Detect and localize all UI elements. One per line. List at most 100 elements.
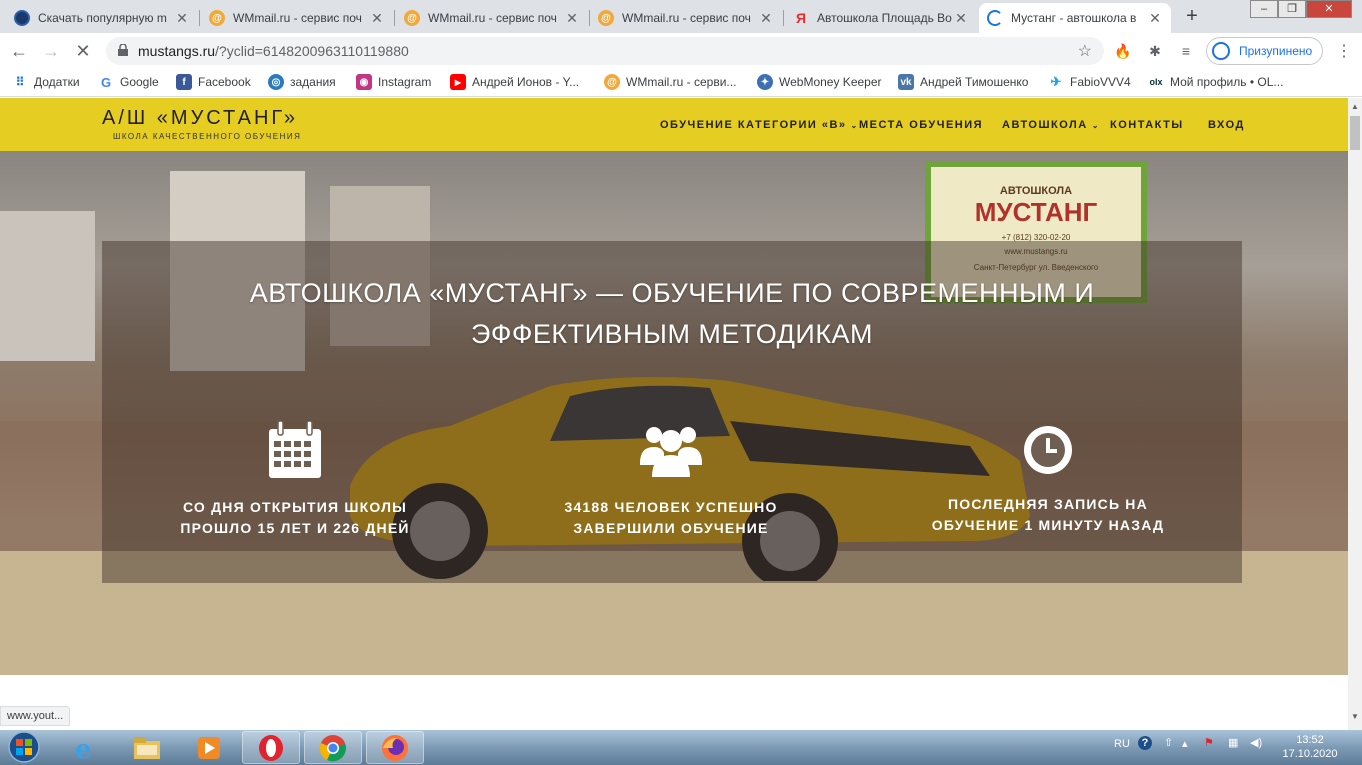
lock-icon: [118, 44, 128, 56]
bookmark-item[interactable]: @ WMmail.ru - серви...: [604, 74, 736, 90]
close-icon[interactable]: ✕: [758, 10, 774, 27]
bookmark-label: WMmail.ru - серви...: [626, 75, 737, 89]
globe-icon: [14, 10, 30, 26]
extension-fire-icon[interactable]: 🔥: [1113, 41, 1133, 61]
extensions-puzzle-icon[interactable]: ✱: [1145, 41, 1165, 61]
forward-icon[interactable]: →: [38, 38, 64, 64]
wmmail-icon: @: [604, 74, 620, 90]
instagram-icon: ◉: [356, 74, 372, 90]
tab-divider: [394, 10, 395, 26]
windows-start-icon[interactable]: [4, 730, 44, 765]
bookmark-item[interactable]: ◎ задания: [268, 74, 336, 90]
url-host: mustangs.ru: [138, 43, 216, 59]
browser-tab[interactable]: Я Автошкола Площадь Во ✕: [785, 3, 977, 33]
media-player-icon[interactable]: [180, 731, 238, 764]
close-icon[interactable]: ✕: [564, 10, 580, 27]
scrollbar-thumb[interactable]: [1350, 116, 1360, 150]
tray-arrow-icon[interactable]: ▴: [1182, 737, 1188, 750]
nav-item-training[interactable]: ОБУЧЕНИЕ КАТЕГОРИИ «B» ⌄: [660, 119, 859, 131]
nav-item-school[interactable]: АВТОШКОЛА ⌄: [1002, 119, 1100, 131]
browser-tab[interactable]: Скачать популярную m ✕: [6, 3, 198, 33]
ie-icon[interactable]: e: [56, 731, 114, 764]
restore-icon[interactable]: ❐: [1278, 0, 1306, 18]
scroll-up-icon[interactable]: ▲: [1351, 102, 1359, 111]
scroll-down-icon[interactable]: ▼: [1351, 712, 1359, 721]
hero-title: АВТОШКОЛА «МУСТАНГ» — ОБУЧЕНИЕ ПО СОВРЕМ…: [102, 273, 1242, 355]
system-clock[interactable]: 13:52 17.10.2020: [1270, 733, 1350, 761]
stat-graduates: 34188 ЧЕЛОВЕК УСПЕШНО ЗАВЕРШИЛИ ОБУЧЕНИЕ: [521, 421, 821, 539]
window-close-icon[interactable]: ✕: [1306, 0, 1352, 18]
clock-time: 13:52: [1296, 734, 1324, 746]
media-control-icon[interactable]: ≡: [1176, 41, 1196, 61]
browser-tab[interactable]: @ WMmail.ru - сервис поч ✕: [396, 3, 588, 33]
bookmark-item[interactable]: ✈ FabioVVV4: [1048, 74, 1131, 90]
help-icon[interactable]: ?: [1138, 736, 1152, 750]
bookmark-item[interactable]: ▶ Андрей Ионов - Y...: [450, 74, 579, 90]
bookmark-label: Instagram: [378, 75, 432, 89]
tab-title: Скачать популярную m: [38, 11, 167, 25]
twitter-icon: ✈: [1050, 74, 1062, 89]
chrome-icon[interactable]: [304, 731, 362, 764]
tray-expand-icon[interactable]: ⇧: [1164, 736, 1173, 749]
firefox-icon[interactable]: [366, 731, 424, 764]
nav-item-contacts[interactable]: КОНТАКТЫ: [1110, 119, 1184, 131]
bookmark-label: Андрей Тимошенко: [920, 75, 1029, 89]
google-icon: G: [100, 74, 112, 90]
language-indicator[interactable]: RU: [1114, 738, 1130, 750]
close-icon[interactable]: ✕: [1147, 10, 1163, 27]
clock-date: 17.10.2020: [1282, 748, 1338, 760]
browser-tab[interactable]: @ WMmail.ru - сервис поч ✕: [590, 3, 782, 33]
profile-paused-button[interactable]: Призупинено: [1206, 37, 1323, 65]
bookmark-item[interactable]: f Facebook: [176, 74, 251, 90]
bookmark-item[interactable]: ◉ Instagram: [356, 74, 431, 90]
stop-icon[interactable]: ✕: [70, 38, 96, 64]
site-header: А/Ш «МУСТАНГ» ШКОЛА КАЧЕСТВЕННОГО ОБУЧЕН…: [0, 98, 1348, 151]
nav-label: ОБУЧЕНИЕ КАТЕГОРИИ «B»: [660, 119, 847, 131]
browser-tab-strip: Скачать популярную m ✕ @ WMmail.ru - сер…: [0, 0, 1362, 33]
users-icon: [640, 427, 702, 477]
bookmark-item[interactable]: G Google: [98, 74, 159, 90]
logo-title[interactable]: А/Ш «МУСТАНГ»: [102, 107, 298, 130]
chevron-down-icon: ⌄: [850, 121, 859, 130]
tab-divider: [783, 10, 784, 26]
youtube-icon: ▶: [450, 74, 466, 90]
address-bar[interactable]: mustangs.ru/?yclid=6148200963110119880 ☆: [106, 37, 1104, 65]
bookmark-item[interactable]: ✦ WebMoney Keeper: [757, 74, 882, 90]
explorer-icon[interactable]: [118, 731, 176, 764]
window-controls: – ❐ ✕: [1250, 0, 1352, 20]
new-tab-button[interactable]: +: [1178, 3, 1206, 31]
nav-label: КОНТАКТЫ: [1110, 119, 1184, 131]
page-viewport: А/Ш «МУСТАНГ» ШКОЛА КАЧЕСТВЕННОГО ОБУЧЕН…: [0, 98, 1348, 730]
close-icon[interactable]: ✕: [953, 10, 969, 27]
browser-tab-active[interactable]: Мустанг - автошкола в ✕: [979, 3, 1171, 33]
bookmark-item[interactable]: vk Андрей Тимошенко: [898, 74, 1028, 90]
bookmark-star-icon[interactable]: ☆: [1078, 41, 1092, 61]
action-center-flag-icon[interactable]: ⚑: [1204, 736, 1214, 749]
opera-icon[interactable]: [242, 731, 300, 764]
nav-item-locations[interactable]: МЕСТА ОБУЧЕНИЯ: [859, 119, 983, 131]
bookmark-item[interactable]: ⠿ Додатки: [12, 74, 80, 90]
volume-icon[interactable]: ◀): [1250, 736, 1262, 749]
minimize-icon[interactable]: –: [1250, 0, 1278, 18]
menu-kebab-icon[interactable]: ⋮: [1336, 41, 1352, 61]
url-path: /?yclid=6148200963110119880: [215, 43, 409, 59]
network-icon[interactable]: ▦: [1228, 736, 1238, 749]
close-icon[interactable]: ✕: [369, 10, 385, 27]
nav-label: ВХОД: [1208, 119, 1245, 131]
page-scrollbar[interactable]: ▲ ▼: [1348, 98, 1362, 730]
bookmarks-bar: ⠿ Додатки G Google f Facebook ◎ задания ◉ Ins…: [0, 68, 1362, 97]
browser-tab[interactable]: @ WMmail.ru - сервис поч ✕: [201, 3, 393, 33]
billboard-brand: МУСТАНГ: [974, 197, 1098, 227]
bookmark-label: задания: [290, 75, 336, 89]
chevron-down-icon: ⌄: [1091, 121, 1100, 130]
tab-title: WMmail.ru - сервис поч: [622, 11, 751, 25]
close-icon[interactable]: ✕: [174, 10, 190, 27]
apps-grid-icon: ⠿: [15, 75, 25, 89]
webmoney-icon: ✦: [757, 74, 773, 90]
profile-avatar-icon: [1212, 42, 1230, 60]
bookmark-item[interactable]: olx Мой профиль • OL...: [1148, 74, 1283, 90]
nav-item-login[interactable]: ВХОД: [1208, 119, 1245, 131]
facebook-icon: f: [176, 74, 192, 90]
back-icon[interactable]: ←: [6, 38, 32, 64]
yandex-icon: Я: [795, 10, 807, 26]
